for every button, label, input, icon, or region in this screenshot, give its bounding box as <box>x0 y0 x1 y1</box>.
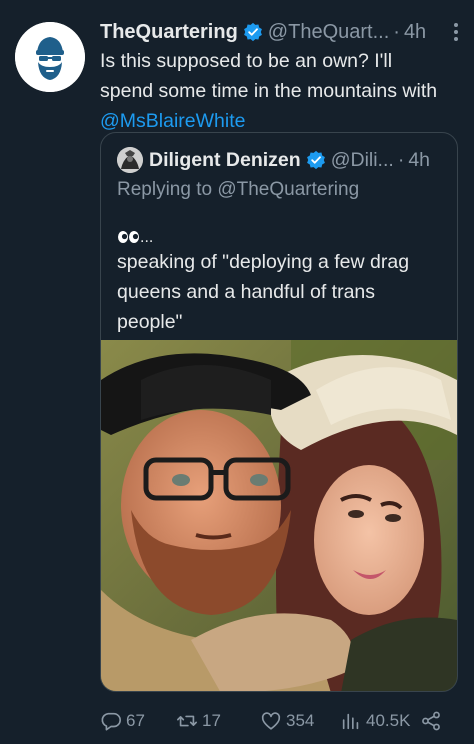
tweet-text: Is this supposed to be an own? I'll spen… <box>100 46 468 136</box>
eyes-suffix: ... <box>140 229 153 245</box>
separator-dot: · <box>397 148 405 171</box>
retweet-count: 17 <box>202 711 221 730</box>
like-button[interactable]: 354 <box>260 706 314 736</box>
verified-badge-icon <box>306 150 326 170</box>
share-button[interactable] <box>420 706 442 736</box>
retweet-button[interactable]: 17 <box>176 706 221 736</box>
author-display-name[interactable]: TheQuartering <box>100 18 238 46</box>
quoted-author-display-name[interactable]: Diligent Denizen <box>149 149 301 172</box>
reply-count: 67 <box>126 711 145 730</box>
quoted-author-avatar[interactable] <box>117 147 143 173</box>
author-handle[interactable]: @TheQuart... <box>268 18 389 46</box>
quoted-tweet-timestamp[interactable]: 4h <box>408 149 430 172</box>
replying-to-handle[interactable]: @TheQuartering <box>217 179 359 200</box>
quoted-text-line: people" <box>117 311 183 333</box>
action-bar: 67 17 354 40.5K <box>100 706 445 736</box>
tweet-header: TheQuartering @TheQuart... · 4h <box>100 18 465 46</box>
retweet-icon <box>177 715 197 727</box>
quoted-tweet-photo[interactable] <box>101 340 457 691</box>
tweet-timestamp[interactable]: 4h <box>404 18 426 46</box>
quoted-tweet[interactable]: Diligent Denizen @Dili... · 4h Replying … <box>100 132 458 692</box>
verified-badge-icon <box>243 22 263 42</box>
views-button[interactable]: 40.5K <box>340 706 410 736</box>
more-icon[interactable] <box>447 18 465 46</box>
replying-to: Replying to @TheQuartering <box>117 179 359 201</box>
quoted-tweet-header: Diligent Denizen @Dili... · 4h <box>149 145 449 175</box>
like-icon <box>261 712 281 730</box>
quoted-tweet-text: speaking of "deploying a few drag queens… <box>117 247 447 337</box>
reply-icon <box>101 712 121 731</box>
tweet-text-line: spend some time in the mountains with <box>100 80 438 102</box>
replying-to-prefix: Replying to <box>117 179 213 200</box>
author-avatar[interactable] <box>15 22 85 92</box>
quoted-text-line: queens and a handful of trans <box>117 281 376 303</box>
reply-button[interactable]: 67 <box>100 706 145 736</box>
share-icon <box>422 711 440 731</box>
separator-dot: · <box>393 21 400 43</box>
quoted-author-handle[interactable]: @Dili... <box>331 149 394 172</box>
tweet[interactable]: TheQuartering @TheQuart... · 4h Is this … <box>0 0 474 744</box>
views-count: 40.5K <box>366 711 411 730</box>
views-icon <box>342 713 359 730</box>
tweet-text-line: Is this supposed to be an own? I'll <box>100 50 393 72</box>
eyes-icon: ... <box>117 225 157 247</box>
like-count: 354 <box>286 711 315 730</box>
quoted-text-line: speaking of "deploying a few drag <box>117 251 410 273</box>
